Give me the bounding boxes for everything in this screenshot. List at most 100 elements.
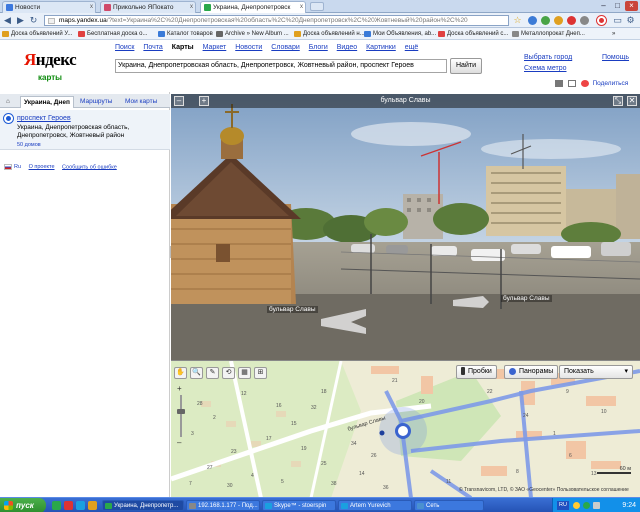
grid-tool-icon[interactable]: ⊞	[254, 367, 267, 379]
report-error-link[interactable]: Сообщить об ошибке	[62, 164, 117, 170]
tab-search-result[interactable]: Украина, Днеп	[20, 96, 74, 108]
browser-tab-strip: Новости x Прикольно ЯПокато x Украина, Д…	[0, 0, 640, 13]
yandex-logo[interactable]: Яндекс	[24, 50, 77, 70]
browser-tab-yandex-maps[interactable]: Украина, Днепропетровск x	[200, 1, 306, 13]
close-tab-icon[interactable]: x	[90, 2, 93, 13]
home-icon[interactable]: ⌂	[6, 96, 10, 108]
service-link-market[interactable]: Маркет	[203, 44, 227, 51]
maximize-button[interactable]: □	[611, 1, 624, 11]
page-menu-icon[interactable]: ▭	[612, 15, 623, 26]
wrench-icon[interactable]: ⚙	[625, 15, 636, 26]
zoom-out-icon[interactable]: –	[177, 439, 185, 447]
service-link-dictionaries[interactable]: Словари	[271, 44, 299, 51]
more-bookmarks-icon[interactable]: »	[612, 29, 615, 39]
metro-scheme-link[interactable]: Схема метро	[524, 65, 567, 72]
browser-tab-pikabu[interactable]: Прикольно ЯПокато x	[100, 1, 196, 13]
result-houses-link[interactable]: 50 домов	[17, 142, 41, 148]
expand-icon[interactable]: ⤡	[613, 96, 623, 106]
traffic-button[interactable]: Пробки	[456, 365, 497, 379]
show-layers-dropdown[interactable]: Показать ▾	[559, 365, 633, 379]
clock[interactable]: 9:24	[622, 498, 636, 512]
forward-icon[interactable]: ▶	[15, 15, 26, 26]
taskbar-item-network[interactable]: Сеть	[414, 500, 484, 511]
service-link-mail[interactable]: Почта	[143, 44, 162, 51]
service-link-more[interactable]: ещё	[405, 44, 419, 51]
bookmark-item[interactable]: Бесплатная доска о...	[78, 29, 147, 39]
search-result-item[interactable]: проспект Героев Украина, Днепропетровска…	[0, 110, 170, 150]
tray-icon[interactable]	[573, 502, 580, 509]
quicklaunch-chrome-icon[interactable]	[52, 501, 61, 510]
panorama-view[interactable]: бульвар Славы – + ⤡ ✕ бульвар Славы буль…	[171, 94, 640, 360]
zoom-out-button[interactable]: –	[174, 96, 184, 106]
taskbar-item-skype[interactable]: Skype™ - stoerspin	[262, 500, 336, 511]
find-button[interactable]: Найти	[450, 58, 482, 74]
zoom-handle[interactable]	[177, 409, 185, 414]
service-link-blogs[interactable]: Блоги	[309, 44, 328, 51]
layers-tool-icon[interactable]: ▦	[238, 367, 251, 379]
print-icon[interactable]	[555, 80, 563, 87]
close-window-button[interactable]: ×	[625, 1, 638, 11]
browser-tab-news[interactable]: Новости x	[2, 1, 96, 13]
extension-icon[interactable]	[528, 16, 537, 25]
extension-icon[interactable]	[541, 16, 550, 25]
search-input[interactable]: Украина, Днепропетровская область, Днепр…	[115, 59, 447, 73]
service-link-video[interactable]: Видео	[337, 44, 357, 51]
minimize-button[interactable]: –	[597, 1, 610, 11]
choose-city-link[interactable]: Выбрать город	[524, 54, 572, 61]
taskbar-item-remote[interactable]: 192.168.1.177 - Под...	[186, 500, 260, 511]
bookmark-item[interactable]: Archive » New Album ...	[216, 29, 289, 39]
quicklaunch-ie-icon[interactable]	[76, 501, 85, 510]
close-tab-icon[interactable]: x	[300, 2, 303, 13]
ruler-tool-icon[interactable]: ✎	[206, 367, 219, 379]
quicklaunch-opera-icon[interactable]	[64, 501, 73, 510]
close-panorama-icon[interactable]: ✕	[627, 96, 637, 106]
zoom-track[interactable]	[180, 395, 182, 437]
map-view[interactable]: ✋ 🔍 ✎ ⟲ ▦ ⊞ + – Пробки Панорамы Показать…	[171, 360, 640, 497]
new-tab-button[interactable]	[310, 2, 324, 11]
language-link[interactable]: Ru	[14, 164, 21, 170]
opera-icon[interactable]	[597, 16, 606, 25]
service-link-images[interactable]: Картинки	[366, 44, 396, 51]
panoramas-button[interactable]: Панорамы	[504, 365, 559, 379]
back-icon[interactable]: ◀	[2, 15, 13, 26]
share-control[interactable]: Поделиться	[555, 80, 628, 87]
zoom-slider[interactable]: + –	[177, 385, 185, 447]
zoom-in-button[interactable]: +	[199, 96, 209, 106]
taskbar-item-skype-chat[interactable]: Artem Yurevich	[338, 500, 412, 511]
quicklaunch-explorer-icon[interactable]	[88, 501, 97, 510]
about-link[interactable]: О проекте	[29, 164, 55, 170]
street-label[interactable]: бульвар Славы	[267, 306, 318, 313]
bookmark-item[interactable]: Металлопрокат Днеп...	[512, 29, 585, 39]
close-tab-icon[interactable]: x	[190, 2, 193, 13]
service-link-news[interactable]: Новости	[235, 44, 262, 51]
link-icon[interactable]	[567, 80, 576, 87]
hand-tool-icon[interactable]: ✋	[174, 367, 187, 379]
magnifier-tool-icon[interactable]: 🔍	[190, 367, 203, 379]
house-number: 1	[553, 431, 556, 437]
language-indicator[interactable]: RU	[557, 501, 569, 510]
zoom-in-icon[interactable]: +	[177, 385, 185, 393]
undo-tool-icon[interactable]: ⟲	[222, 367, 235, 379]
tray-icon[interactable]	[593, 502, 600, 509]
start-label: пуск	[16, 501, 34, 510]
url-field[interactable]: maps.yandex.ua/?text=Украина%2C%20Днепро…	[44, 15, 509, 26]
tab-routes[interactable]: Маршруты	[80, 96, 112, 108]
extension-icon[interactable]	[554, 16, 563, 25]
taskbar-item-chrome[interactable]: Украина, Днепропетр...	[102, 500, 184, 511]
result-title-link[interactable]: проспект Героев	[17, 115, 71, 122]
service-link-search[interactable]: Поиск	[115, 44, 134, 51]
bookmark-item[interactable]: Доска объявлений с...	[438, 29, 508, 39]
tray-icon[interactable]	[583, 502, 590, 509]
start-button[interactable]: пуск	[0, 498, 46, 512]
extension-icon[interactable]	[567, 16, 576, 25]
bookmark-item[interactable]: Мои Объявления, ab...	[364, 29, 436, 39]
reload-icon[interactable]: ↻	[28, 15, 39, 26]
street-label[interactable]: бульвар Славы	[501, 295, 552, 302]
bookmark-item[interactable]: Доска объявлений У...	[2, 29, 72, 39]
extension-icon[interactable]	[580, 16, 589, 25]
bookmark-star-icon[interactable]: ☆	[512, 15, 523, 26]
bookmark-item[interactable]: Доска объявлений н...	[294, 29, 365, 39]
bookmark-item[interactable]: Каталог товаров	[158, 29, 213, 39]
help-link[interactable]: Помощь	[602, 54, 629, 61]
tab-my-maps[interactable]: Мои карты	[125, 96, 157, 108]
